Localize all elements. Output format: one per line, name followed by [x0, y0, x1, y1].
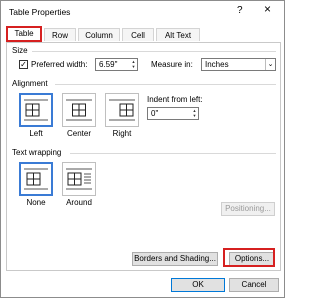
indent-from-left-input[interactable]: 0" ▲ ▼ — [147, 107, 199, 120]
preferred-width-label: Preferred width: — [31, 60, 88, 69]
help-button[interactable]: ? — [237, 6, 243, 16]
text-wrapping-group-label: Text wrapping — [12, 148, 62, 157]
size-separator — [32, 51, 276, 52]
wrap-around-icon — [62, 162, 96, 196]
wrap-none-label: None — [26, 198, 46, 207]
wrap-around-label: Around — [66, 198, 92, 207]
align-left-option[interactable]: Left — [19, 93, 53, 138]
tab-table[interactable]: Table — [6, 26, 42, 42]
alignment-group-label: Alignment — [12, 79, 48, 88]
wrap-none-icon — [19, 162, 53, 196]
dialog-title: Table Properties — [9, 7, 71, 17]
text-wrapping-separator — [70, 153, 276, 154]
align-left-label: Left — [29, 129, 43, 138]
align-center-label: Center — [66, 129, 91, 138]
tab-column-label: Column — [85, 31, 113, 40]
tab-cell-label: Cell — [131, 31, 145, 40]
table-properties-dialog: Table Properties ? × Table Row Column Ce… — [0, 0, 285, 298]
wrap-none-option[interactable]: None — [19, 162, 53, 207]
indent-spinner-icon[interactable]: ▲ ▼ — [191, 108, 198, 119]
preferred-width-input[interactable]: 6.59" ▲ ▼ — [95, 58, 138, 71]
align-right-icon — [105, 93, 139, 127]
measure-in-value: Inches — [205, 60, 229, 69]
tab-cell[interactable]: Cell — [122, 28, 154, 41]
align-center-option[interactable]: Center — [62, 93, 96, 138]
chevron-down-icon[interactable]: ⌄ — [265, 59, 275, 70]
align-center-icon — [62, 93, 96, 127]
indent-from-left-value: 0" — [151, 109, 159, 118]
measure-in-label: Measure in: — [151, 60, 193, 69]
tab-strip: Table Row Column Cell Alt Text — [6, 26, 281, 42]
preferred-width-value: 6.59" — [99, 60, 118, 69]
preferred-width-checkbox[interactable]: ✓ — [19, 60, 28, 69]
indent-from-left-label: Indent from left: — [147, 95, 203, 104]
align-left-icon — [19, 93, 53, 127]
measure-in-select[interactable]: Inches ⌄ — [201, 58, 276, 71]
borders-and-shading-button[interactable]: Borders and Shading... — [132, 252, 218, 266]
tab-row[interactable]: Row — [44, 28, 76, 41]
cancel-button[interactable]: Cancel — [229, 278, 279, 292]
size-group-label: Size — [12, 46, 28, 55]
alignment-separator — [55, 84, 276, 85]
title-bar: Table Properties ? × — [1, 1, 284, 23]
wrap-around-option[interactable]: Around — [62, 162, 96, 207]
positioning-button[interactable]: Positioning... — [221, 202, 275, 216]
tab-alt-text[interactable]: Alt Text — [156, 28, 200, 41]
options-highlight — [223, 248, 275, 267]
align-right-option[interactable]: Right — [105, 93, 139, 138]
tab-alt-text-label: Alt Text — [164, 31, 192, 40]
table-tab-panel: Size ✓ Preferred width: 6.59" ▲ ▼ Measure… — [6, 42, 281, 271]
ok-button[interactable]: OK — [171, 278, 225, 292]
tab-table-label: Table — [14, 29, 34, 38]
align-right-label: Right — [112, 129, 132, 138]
tab-column[interactable]: Column — [78, 28, 120, 41]
tab-row-label: Row — [51, 31, 68, 40]
preferred-width-spinner-icon[interactable]: ▲ ▼ — [130, 59, 137, 70]
close-button[interactable]: × — [264, 3, 271, 15]
